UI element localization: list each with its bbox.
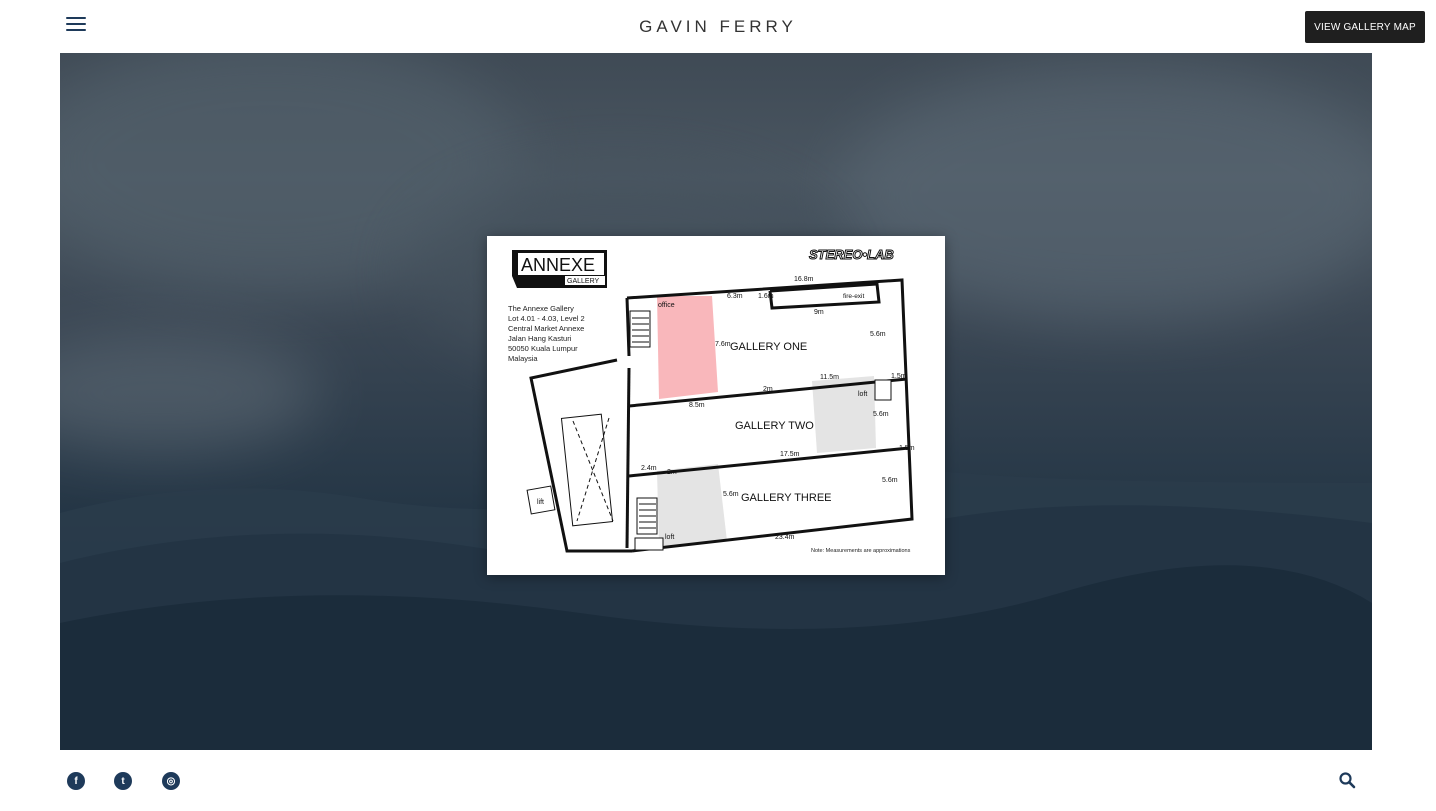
address-line-4: Jalan Hang Kasturi [508,334,572,343]
dim-2-b: 2m [667,469,677,476]
dim-5-6-a: 5.6m [870,331,886,338]
dim-bottom-width: 23.4m [775,534,795,541]
loft-label-2: loft [665,534,674,541]
dim-5-6-b: 5.6m [873,411,889,418]
twitter-icon[interactable]: t [114,772,132,790]
dim-11-5: 11.5m [820,374,839,381]
gallery-three-label: GALLERY THREE [741,492,832,504]
site-footer [0,750,1436,811]
dim-5-6-d: 5.6m [882,477,898,484]
lift-label: lift [537,499,544,506]
dim-7-6: 7.6m [715,341,731,348]
dribbble-icon[interactable]: ◎ [162,772,180,790]
annexe-logo: ANNEXE GALLERY [512,250,607,288]
dim-8-5: 8.5m [689,402,705,409]
office-label: office [658,302,675,309]
address-line-6: Malaysia [508,354,538,363]
dim-2-a: 2m [763,386,773,393]
dim-6-3: 6.3m [727,293,743,300]
dim-top-width: 16.8m [794,276,814,283]
site-title[interactable]: GAVIN FERRY [0,17,1436,37]
address-line-2: Lot 4.01 - 4.03, Level 2 [508,314,585,323]
stereolab-brand: STEREO•LAB [809,247,894,262]
dim-2-4: 2.4m [641,465,657,472]
gallery-two-label: GALLERY TWO [735,420,814,432]
loft-label-1: loft [858,391,867,398]
gallery-one-label: GALLERY ONE [730,341,807,353]
search-icon[interactable] [1338,771,1356,789]
logo-sub-text: GALLERY [567,278,599,285]
facebook-icon[interactable]: f [67,772,85,790]
dim-1-5-a: 1.5m [891,373,907,380]
dim-9: 9m [814,309,824,316]
site-header: GAVIN FERRY VIEW GALLERY MAP [0,0,1436,53]
view-gallery-map-button[interactable]: VIEW GALLERY MAP [1305,11,1425,43]
measurement-note: Note: Measurements are approximations [811,548,911,554]
address-line-1: The Annexe Gallery [508,304,574,313]
gallery-floor-plan[interactable]: ANNEXE GALLERY STEREO•LAB The Annexe Gal… [487,236,945,575]
dim-17-5: 17.5m [780,451,800,458]
address-line-3: Central Market Annexe [508,324,584,333]
dim-1-6: 1.6m [758,293,774,300]
dim-1-5-b: 1.5m [899,445,915,452]
fire-exit-label: fire-exit [843,293,865,300]
hero-image: ANNEXE GALLERY STEREO•LAB The Annexe Gal… [60,53,1372,750]
address-line-5: 50050 Kuala Lumpur [508,344,578,353]
office-area [657,296,718,399]
dim-5-6-c: 5.6m [723,491,739,498]
logo-main-text: ANNEXE [521,255,595,275]
